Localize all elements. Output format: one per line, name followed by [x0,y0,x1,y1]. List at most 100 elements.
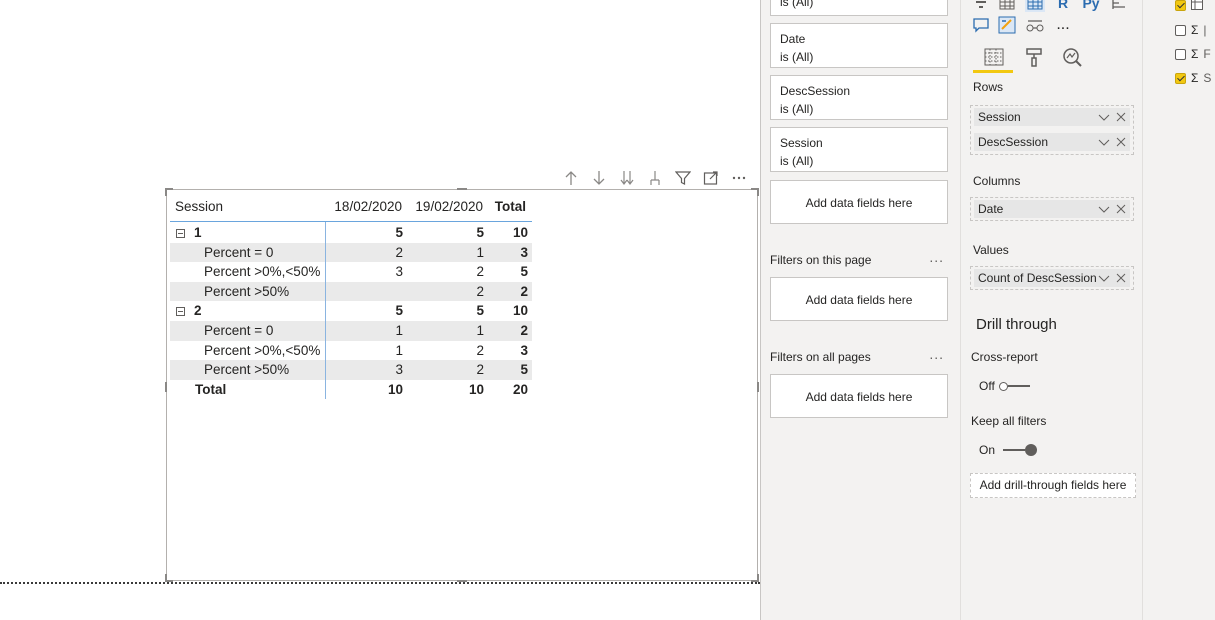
add-drill-through-well[interactable]: Add drill-through fields here [970,473,1136,498]
field-item[interactable] [1175,0,1203,13]
field-pill-label: Session [978,110,1021,124]
row-label: 2 [194,303,202,319]
filter-card-date[interactable]: Date is (All) [770,23,948,68]
key-influencers-icon[interactable] [1109,0,1129,12]
add-visual-filter-well[interactable]: Add data fields here [770,180,948,224]
cross-report-toggle[interactable]: Off [979,379,1030,393]
matrix-total-row[interactable]: Total 10 10 20 [170,380,532,400]
field-item[interactable]: Σ S [1175,70,1211,86]
collapse-icon[interactable] [176,307,185,317]
field-pill-descsession[interactable]: DescSession [974,133,1130,151]
resize-handle[interactable] [457,188,467,190]
filter-card-descsession[interactable]: DescSession is (All) [770,75,948,120]
cell-value: 2 [476,362,484,378]
decomposition-tree-icon[interactable] [1025,16,1045,34]
r-visual-icon[interactable]: R [1053,0,1073,12]
cell-value: 1 [395,342,403,358]
field-checkbox[interactable] [1175,24,1186,36]
column-header-total[interactable]: Total [495,195,526,219]
field-name-truncated: F [1203,47,1211,61]
more-options-icon[interactable] [728,168,750,188]
resize-handle[interactable] [757,188,759,196]
row-header-divider[interactable] [325,222,326,399]
matrix-child-row[interactable]: Percent >0%,<50% 3 2 5 [170,262,532,282]
sigma-icon: Σ [1191,71,1199,85]
filter-card-name: Date [780,32,806,46]
focus-mode-icon[interactable] [700,168,722,188]
chevron-down-icon[interactable] [1098,108,1110,131]
resize-handle[interactable] [165,188,167,196]
more-visuals-icon[interactable]: ... [1053,16,1073,34]
smart-narrative-icon[interactable] [997,16,1017,34]
matrix-child-row[interactable]: Percent >0%,<50% 1 2 3 [170,341,532,361]
field-pill-date[interactable]: Date [974,200,1130,218]
matrix-child-row[interactable]: Percent >50% 3 2 5 [170,360,532,380]
chevron-down-icon[interactable] [1098,269,1110,292]
more-options-icon[interactable]: ... [929,249,944,265]
field-pill-count-of-descsession[interactable]: Count of DescSession [974,269,1130,287]
analytics-magnifier-icon[interactable] [1061,46,1083,68]
cell-total: 3 [520,244,528,260]
filter-icon[interactable] [672,168,694,188]
arrow-down-icon[interactable] [588,168,610,188]
table-visual-icon[interactable] [997,0,1017,12]
remove-field-icon[interactable] [1116,133,1126,156]
field-checkbox[interactable] [1175,48,1186,60]
matrix-child-row[interactable]: Percent >50% 2 2 [170,281,532,302]
cell-value: 3 [395,264,403,280]
resize-handle[interactable] [457,580,467,582]
field-item[interactable]: Σ | [1175,22,1207,38]
cell-value: 1 [476,244,484,260]
matrix-child-row[interactable]: Percent = 0 2 1 3 [170,242,532,263]
page-boundary-line [0,582,760,584]
matrix-child-row[interactable]: Percent = 0 1 1 2 [170,321,532,341]
chevron-down-icon[interactable] [1098,200,1110,223]
cell-total: 10 [512,303,528,319]
column-header-date-2[interactable]: 19/02/2020 [415,195,483,219]
more-options-icon[interactable]: ... [929,346,944,362]
funnel-chart-icon[interactable] [971,0,991,12]
chevron-down-icon[interactable] [1098,133,1110,156]
matrix-group-row[interactable]: 2 5 5 10 [170,301,532,321]
add-report-filter-well[interactable]: Add data fields here [770,374,948,418]
table-icon [1191,0,1203,13]
filter-card-session[interactable]: Session is (All) [770,127,948,172]
resize-handle[interactable] [165,382,167,392]
rows-well[interactable]: Session DescSession [970,105,1134,155]
filter-card-partial[interactable]: is (All) [770,0,948,16]
add-page-filter-well[interactable]: Add data fields here [770,277,948,321]
matrix-group-row[interactable]: 1 5 5 10 [170,223,532,243]
resize-handle[interactable] [165,574,167,582]
expand-hierarchy-icon[interactable] [644,168,666,188]
visualizations-pane: R Py ... Rows Session DescSession Column… [960,0,1142,620]
python-visual-icon[interactable]: Py [1081,0,1101,12]
filter-card-value: is (All) [780,154,814,168]
fields-tab-icon[interactable] [983,46,1005,68]
field-pill-session[interactable]: Session [974,108,1130,126]
field-name-truncated: | [1203,23,1207,37]
remove-field-icon[interactable] [1116,200,1126,223]
resize-handle[interactable] [757,382,759,392]
remove-field-icon[interactable] [1116,269,1126,292]
column-header-date-1[interactable]: 18/02/2020 [334,195,402,219]
qa-visual-icon[interactable] [971,16,991,34]
fields-pane: Σ | Σ F Σ S [1142,0,1215,620]
values-well[interactable]: Count of DescSession [970,266,1134,290]
collapse-icon[interactable] [176,229,185,238]
field-checkbox[interactable] [1175,72,1186,84]
format-paint-roller-icon[interactable] [1023,46,1045,68]
field-pill-label: DescSession [978,135,1049,149]
row-label: Percent >0%,<50% [204,264,321,280]
matrix-visual-icon[interactable] [1025,0,1045,12]
columns-well[interactable]: Date [970,197,1134,221]
keep-all-filters-toggle[interactable]: On [979,443,1038,457]
column-header-session[interactable]: Session [175,195,223,219]
arrow-up-icon[interactable] [560,168,582,188]
resize-handle[interactable] [757,574,759,582]
field-checkbox[interactable] [1175,0,1186,11]
double-arrow-down-icon[interactable] [616,168,638,188]
cell-total: 20 [512,381,528,397]
field-item[interactable]: Σ F [1175,46,1211,62]
sigma-icon: Σ [1191,47,1199,61]
remove-field-icon[interactable] [1116,108,1126,131]
